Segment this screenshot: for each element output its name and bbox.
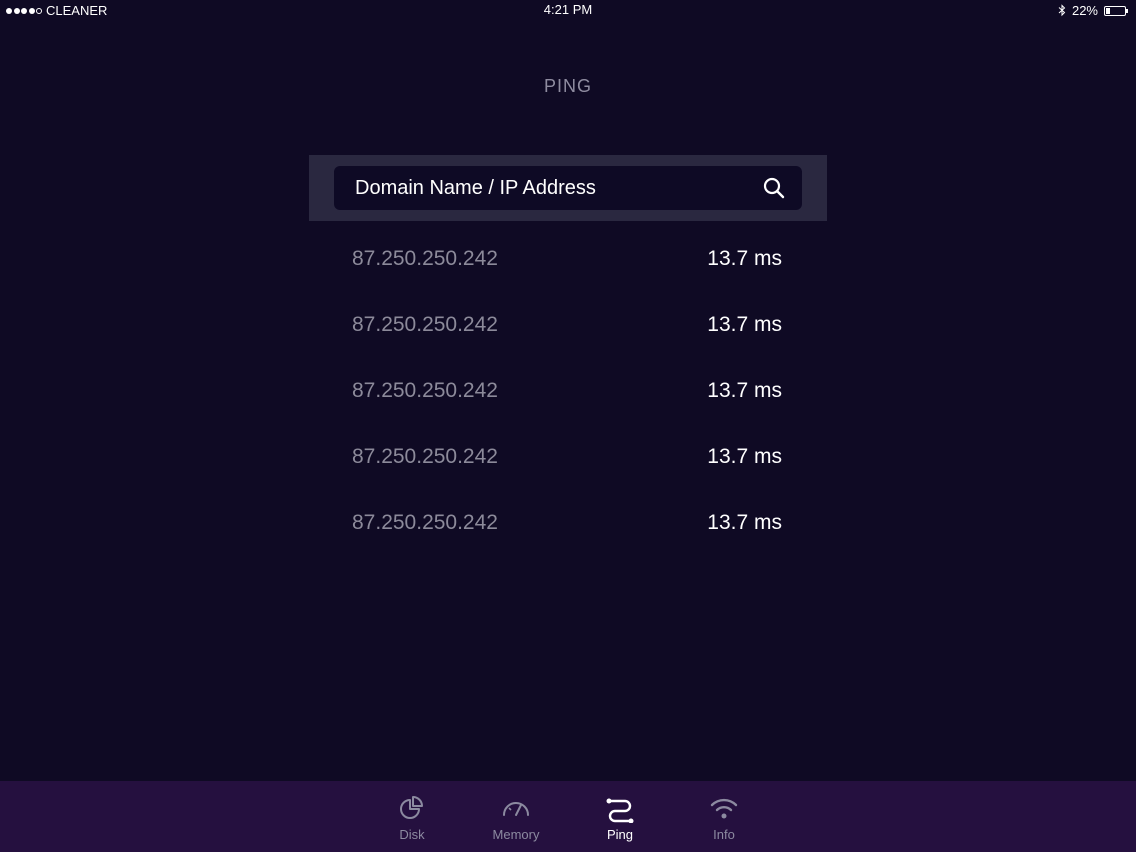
status-right: 22% [1058,3,1128,18]
page-title: PING [543,76,592,96]
list-item[interactable]: 87.250.250.242 13.7 ms [352,490,782,556]
tab-label: Ping [606,827,634,842]
tab-label: Memory [492,827,540,842]
result-time: 13.7 ms [707,511,782,534]
wifi-icon [710,798,738,819]
result-ip: 87.250.250.242 [352,313,498,336]
disk-pie-icon [400,796,423,819]
result-ip: 87.250.250.242 [352,247,498,270]
result-time: 13.7 ms [707,313,782,336]
list-item[interactable]: 87.250.250.242 13.7 ms [352,226,782,292]
result-time: 13.7 ms [707,379,782,402]
tab-label: Info [713,827,735,842]
tab-disk[interactable]: Disk [360,781,464,852]
tab-info[interactable]: Info [672,781,776,852]
battery-icon [1104,5,1128,16]
result-time: 13.7 ms [707,247,782,270]
result-time: 13.7 ms [707,445,782,468]
result-ip: 87.250.250.242 [352,445,498,468]
list-item[interactable]: 87.250.250.242 13.7 ms [352,358,782,424]
tab-label: Disk [399,827,425,842]
list-item[interactable]: 87.250.250.242 13.7 ms [352,424,782,490]
search-box[interactable] [334,166,802,210]
search-icon[interactable] [762,176,786,200]
speedometer-icon [503,802,529,816]
tab-bar: Disk Memory Ping Info [0,781,1136,852]
status-time: 4:21 PM [543,2,593,17]
list-item[interactable]: 87.250.250.242 13.7 ms [352,292,782,358]
ping-results-list: 87.250.250.242 13.7 ms 87.250.250.242 13… [352,226,782,556]
tab-ping[interactable]: Ping [568,781,672,852]
bluetooth-icon [1058,4,1066,17]
ping-route-icon [606,798,634,823]
battery-fill [1106,7,1111,14]
status-bar: CLEANER 4:21 PM 22% [0,0,1136,20]
battery-percent: 22% [1071,3,1098,18]
result-ip: 87.250.250.242 [352,511,498,534]
search-input[interactable] [334,166,744,210]
tab-memory[interactable]: Memory [464,781,568,852]
search-panel [309,155,827,221]
result-ip: 87.250.250.242 [352,379,498,402]
